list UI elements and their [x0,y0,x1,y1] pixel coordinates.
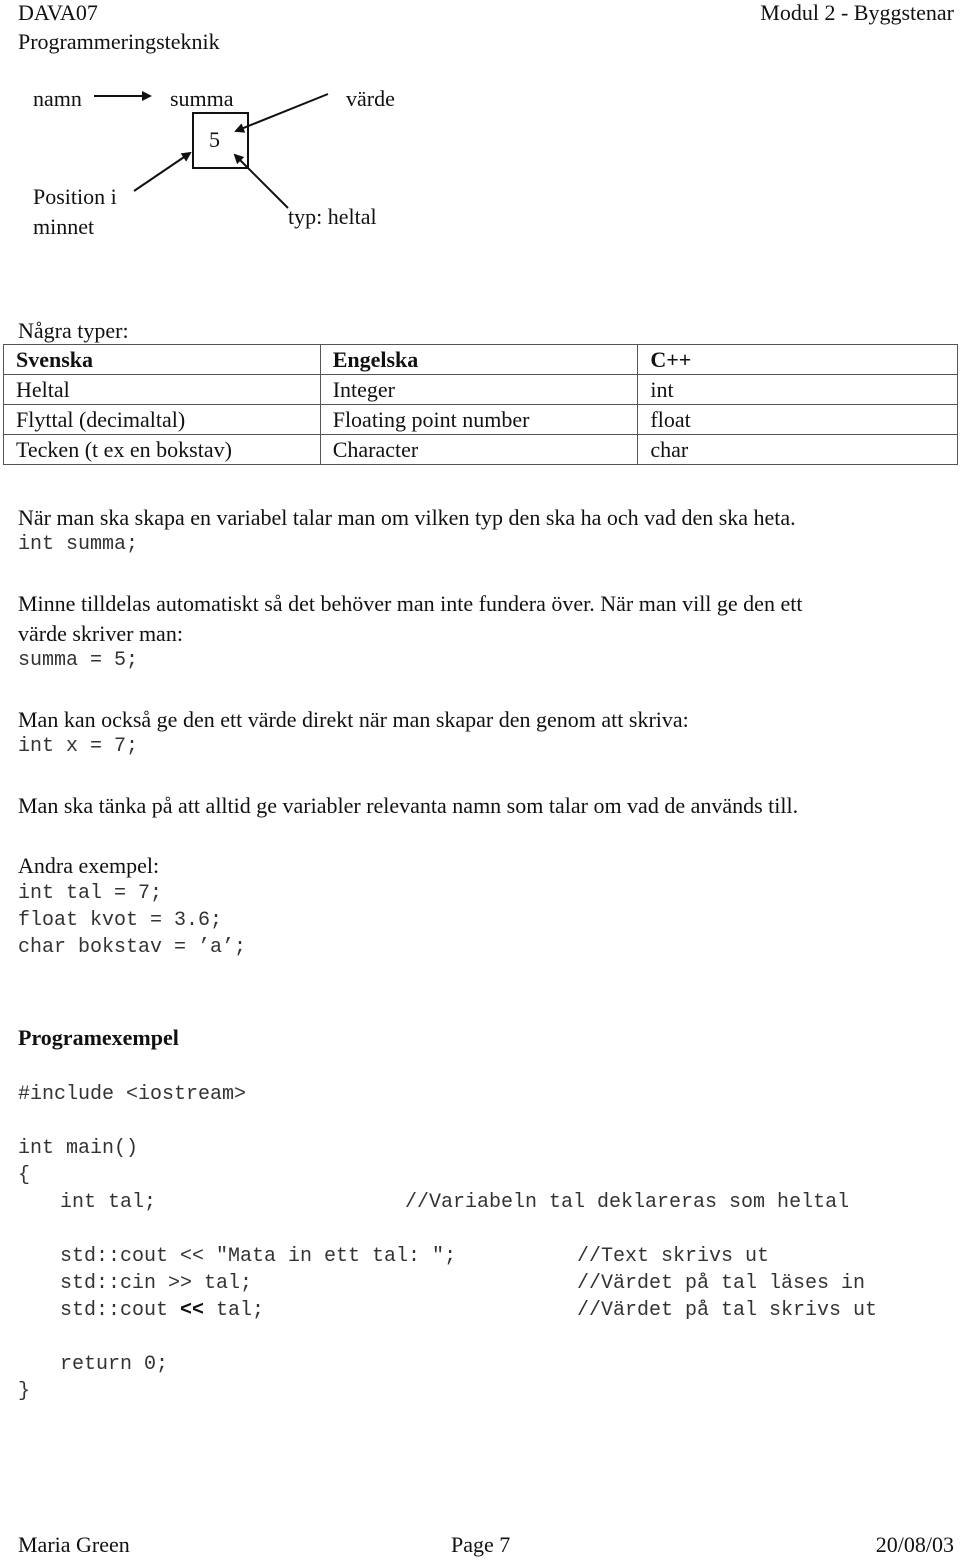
paragraph-declare: När man ska skapa en variabel talar man … [18,505,796,530]
code-line-decl: int tal; [60,1191,157,1214]
code-example: int tal = 7; [18,882,163,905]
footer-page: Page 7 [451,1532,511,1557]
code-init: int x = 7; [18,735,139,758]
table-cell: Flyttal (decimaltal) [3,404,321,435]
types-heading: Några typer: [18,318,129,343]
position-arrow [133,151,192,192]
types-table: Svenska Engelska C++ Heltal Integer int … [3,344,958,465]
paragraph-memory-line1: Minne tilldelas automatiskt så det behöv… [18,591,803,616]
code-comment: //Värdet på tal läses in [577,1272,866,1295]
code-line-open-brace: { [18,1164,31,1187]
code-operator: << [180,1299,205,1322]
table-cell: Floating point number [319,404,639,435]
column-header: C++ [637,344,958,375]
paragraph-naming: Man ska tänka på att alltid ge variabler… [18,793,799,818]
column-header: Svenska [3,344,321,375]
code-comment: //Värdet på tal skrivs ut [577,1299,878,1322]
diagram-arrows [94,91,329,209]
code-line-main: int main() [18,1137,139,1160]
table-cell: Integer [319,374,639,405]
code-line-close-brace: } [18,1380,31,1403]
table-cell: float [637,404,958,435]
code-suffix: tal; [204,1299,265,1322]
paragraph-init: Man kan också ge den ett värde direkt nä… [18,707,689,732]
code-line-return: return 0; [60,1353,169,1376]
column-header: Engelska [319,344,639,375]
code-line: std::cout << "Mata in ett tal: "; [60,1245,457,1268]
code-line-include: #include <iostream> [18,1083,247,1106]
diagram-name-label: namn [33,86,82,111]
table-cell: int [637,374,958,405]
table-cell: Tecken (t ex en bokstav) [3,434,321,465]
code-example: float kvot = 3.6; [18,909,223,932]
code-declare: int summa; [18,533,139,556]
table-cell: Character [319,434,639,465]
program-example-heading: Programexempel [18,1025,179,1050]
code-comment: //Variabeln tal deklareras som heltal [405,1191,850,1214]
diagram-position-label-2: minnet [33,214,95,239]
table-cell: char [637,434,958,465]
table-cell: Heltal [3,374,321,405]
code-example: char bokstav = ’a’; [18,936,247,959]
diagram-position-label-1: Position i [33,184,117,209]
memory-cell-box [192,112,249,169]
code-assign: summa = 5; [18,649,139,672]
diagram-type-label: typ: heltal [288,204,377,229]
code-line: std::cin >> tal; [60,1272,253,1295]
table-row: Tecken (t ex en bokstav) Character char [3,434,958,465]
code-line: std::cout << tal; [60,1301,264,1321]
footer-author: Maria Green [18,1532,130,1557]
table-row: Flyttal (decimaltal) Floating point numb… [3,404,958,435]
code-comment: //Text skrivs ut [577,1245,770,1268]
paragraph-memory-line2: värde skriver man: [18,621,183,646]
code-prefix: std::cout [60,1299,181,1322]
footer-date: 20/08/03 [875,1532,954,1557]
paragraph-examples-heading: Andra exempel: [18,853,160,878]
table-header-row: Svenska Engelska C++ [3,344,958,375]
diagram-value: 5 [209,127,220,152]
diagram-variable-name: summa [170,86,234,111]
diagram-value-label: värde [346,86,395,111]
value-arrow [234,93,329,133]
table-row: Heltal Integer int [3,374,958,405]
